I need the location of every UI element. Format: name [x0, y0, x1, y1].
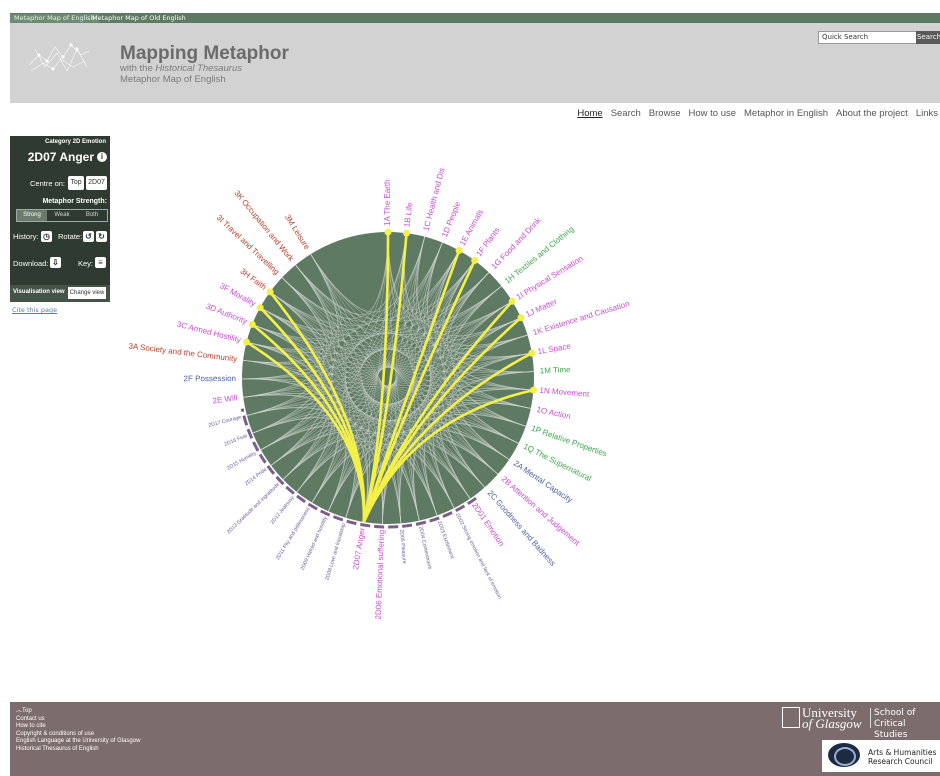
category-label[interactable]: 1B Life [402, 201, 414, 227]
category-label[interactable]: 2D09 Hatred and hostility [300, 515, 329, 571]
category-label[interactable]: 2D07 Anger [351, 527, 367, 570]
category-label[interactable]: 1J Matter [524, 297, 558, 319]
footer-link-historical-thesaurus[interactable]: Historical Thesaurus of English [16, 746, 140, 754]
link-endpoint-dot[interactable] [455, 246, 463, 254]
metaphor-circle-visualisation: 1A The Earth 1B Life 1C Health and Dis1D P… [128, 167, 631, 620]
category-label[interactable]: 1H Textiles and Clothing [503, 224, 576, 285]
category-label[interactable]: 3H Faith [238, 267, 268, 292]
link-endpoint-dot[interactable] [517, 314, 525, 322]
crest-icon [782, 707, 800, 728]
category-label[interactable]: 2D06 Emotional suffering [374, 530, 386, 620]
category-label[interactable]: 2D05 Pleasure [398, 529, 407, 564]
category-label[interactable]: 3I Travel and Travelling [215, 213, 281, 276]
footer-link-copyright[interactable]: Copyright & conditions of use [16, 731, 140, 739]
site-footer: ︿Top Contact us How to cite Copyright & … [10, 702, 940, 776]
category-label[interactable]: 2D15 Humility [226, 450, 257, 471]
uni-name-2: of Glasgow [802, 716, 862, 731]
footer-link-top[interactable]: ︿Top [16, 708, 140, 716]
category-label[interactable]: 2D08 Love and friendship [324, 523, 347, 581]
category-label[interactable]: 2E Will [212, 393, 238, 405]
ahrc-text: Arts & Humanities Research Council [868, 748, 937, 766]
ahrc-logo[interactable]: Arts & Humanities Research Council [822, 740, 940, 772]
link-endpoint-dot[interactable] [471, 257, 479, 265]
link-endpoint-dot[interactable] [248, 320, 256, 328]
category-label[interactable]: 3F Morality [218, 281, 257, 308]
category-label[interactable]: 1N Movement [539, 386, 590, 399]
category-label[interactable]: 2D04 Contentment [417, 526, 432, 570]
category-label[interactable]: 2D17 Courage [208, 414, 242, 428]
link-endpoint-dot[interactable] [529, 386, 537, 394]
category-label[interactable]: 1L Space [537, 341, 572, 356]
link-endpoint-dot[interactable] [508, 297, 516, 305]
category-label[interactable]: 2D16 Fear [224, 433, 249, 448]
footer-link-contact[interactable]: Contact us [16, 716, 140, 724]
category-label[interactable]: 2D12 Jealousy [270, 495, 296, 526]
link-endpoint-dot[interactable] [528, 349, 536, 357]
category-label[interactable]: 3A Society and the Community [128, 341, 238, 363]
category-label[interactable]: 2D03 Excitement [436, 520, 455, 560]
category-label[interactable]: 2F Possession [184, 374, 237, 383]
category-label[interactable]: 1C Health and Dis [422, 167, 447, 232]
link-endpoint-dot[interactable] [243, 338, 251, 346]
category-label[interactable]: 2D14 Pride [244, 467, 268, 487]
university-of-glasgow-logo[interactable]: University of Glasgow School of Critical … [782, 705, 940, 740]
footer-link-english-language[interactable]: English Language at the University of Gl… [16, 738, 140, 746]
category-label[interactable]: 1D People [440, 200, 462, 239]
link-endpoint-dot[interactable] [384, 228, 392, 236]
category-label[interactable]: 2D13 Gratitude and ingratitude [226, 482, 281, 536]
link-endpoint-dot[interactable] [403, 229, 411, 237]
link-endpoint-dot[interactable] [256, 304, 264, 312]
category-label[interactable]: 1M Time [540, 365, 572, 375]
ahrc-inner-ring [834, 747, 856, 766]
category-label[interactable]: 3K Occupation and Work [232, 189, 296, 264]
category-label[interactable]: 1A The Earth [383, 179, 392, 226]
category-label[interactable]: 3C Armed Hostility [176, 320, 242, 345]
link-endpoint-dot[interactable] [266, 288, 274, 296]
category-label[interactable]: 1O Action [536, 405, 572, 421]
logo-divider [870, 708, 871, 728]
category-label[interactable]: 1F Plants [474, 226, 501, 259]
footer-link-cite[interactable]: How to cite [16, 723, 140, 731]
category-label[interactable]: 3D Authority [205, 302, 249, 326]
category-label[interactable]: 1E Animals [458, 208, 485, 247]
school-name: School of Critical Studies [874, 708, 916, 740]
footer-links: ︿Top Contact us How to cite Copyright & … [16, 708, 140, 754]
